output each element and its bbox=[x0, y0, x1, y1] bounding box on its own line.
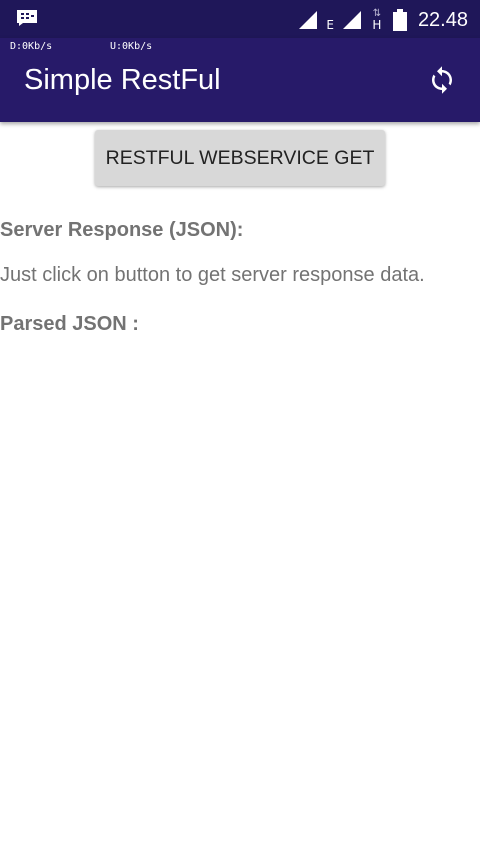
network-type-label: E bbox=[326, 18, 334, 32]
refresh-icon bbox=[432, 66, 452, 94]
server-response-label: Server Response (JSON): bbox=[0, 219, 244, 241]
restful-get-button[interactable]: RESTFUL WEBSERVICE GET bbox=[95, 130, 385, 186]
signal-icon bbox=[299, 11, 318, 29]
app-title: Simple RestFul bbox=[24, 64, 221, 96]
upload-speed: U:0Kb/s bbox=[110, 41, 153, 52]
status-icons: E ⇅ H 22.48 bbox=[298, 6, 468, 34]
network-type-label: H bbox=[372, 18, 382, 32]
parsed-json-label: Parsed JSON : bbox=[0, 313, 139, 335]
battery-icon bbox=[392, 9, 407, 31]
data-activity-indicator: ⇅ H bbox=[370, 9, 384, 32]
download-speed: D:0Kb/s bbox=[10, 41, 53, 52]
clock: 22.48 bbox=[417, 9, 468, 31]
refresh-button[interactable] bbox=[422, 60, 462, 100]
server-response-text: Just click on button to get server respo… bbox=[0, 264, 425, 286]
signal-icon bbox=[342, 11, 361, 29]
bbm-chat-icon bbox=[16, 9, 38, 27]
app-bar: D:0Kb/s U:0Kb/s Simple RestFul bbox=[0, 38, 480, 122]
status-bar: E ⇅ H 22.48 bbox=[0, 0, 480, 38]
